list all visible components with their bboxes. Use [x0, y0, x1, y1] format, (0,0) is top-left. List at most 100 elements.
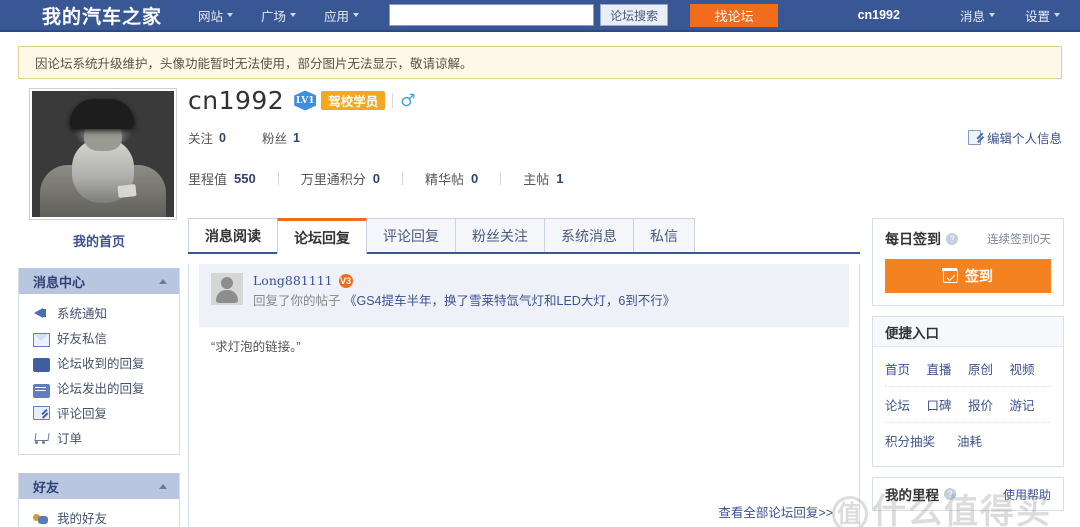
quick-link-reviews[interactable]: 口碑 — [927, 395, 969, 414]
divider — [500, 172, 502, 185]
username-row: cn1992 LV1 驾校学员 ♂ — [188, 86, 1062, 115]
quick-link-fuel-consumption[interactable]: 油耗 — [957, 431, 982, 450]
forum-search-button[interactable]: 论坛搜索 — [600, 4, 669, 26]
sidebar-item-comment-replies[interactable]: 评论回复 — [19, 400, 179, 425]
message-center-header[interactable]: 消息中心 — [19, 268, 179, 294]
chevron-up-icon — [159, 483, 167, 489]
level-badge: LV1 — [294, 90, 317, 111]
divider — [392, 93, 394, 108]
fans-label[interactable]: 粉丝 — [262, 128, 287, 147]
search-input[interactable] — [389, 4, 595, 26]
sidebar-item-forum-sent-replies-label: 论坛发出的回复 — [57, 382, 145, 396]
role-badge: 驾校学员 — [321, 91, 386, 110]
quick-link-travel[interactable]: 游记 — [1010, 395, 1052, 414]
signin-button[interactable]: 签到 — [885, 259, 1051, 293]
stat-mileage: 里程值 550 — [188, 169, 256, 188]
quick-links-title: 便捷入口 — [885, 325, 939, 341]
stat-mileage-value: 550 — [234, 171, 256, 186]
friends-panel: 好友 我的好友 好友动态 — [18, 473, 180, 527]
quick-links-body: 首页 直播 原创 视频 论坛 口碑 报价 游记 积分抽奖 油耗 — [873, 347, 1063, 466]
site-logo[interactable]: 我的汽车之家 — [42, 2, 162, 29]
friends-header[interactable]: 好友 — [19, 473, 179, 499]
speaker-icon — [33, 306, 50, 320]
right-sidebar: 每日签到 ? 连续签到0天 签到 便捷入口 首页 直播 原创 视频 论坛 口碑 … — [872, 218, 1064, 521]
edit-profile-label: 编辑个人信息 — [986, 132, 1062, 146]
sidebar-item-my-friends-label: 我的好友 — [57, 512, 108, 526]
quick-link-forum[interactable]: 论坛 — [885, 395, 927, 414]
stat-featured-posts-value: 0 — [470, 171, 479, 186]
usage-help-link[interactable]: 使用帮助 — [1003, 486, 1051, 503]
speech-bubble-icon — [33, 357, 50, 373]
view-all-forum-replies-link[interactable]: 查看全部论坛回复>> — [718, 502, 833, 521]
sidebar-item-friend-message[interactable]: 好友私信 — [19, 325, 179, 350]
nav-item-square-label: 广场 — [261, 9, 287, 24]
message-thread-title[interactable]: 《GS4提车半年，换了雪莱特氙气灯和LED大灯，6到不行》 — [344, 294, 675, 308]
top-navigation-bar: 我的汽车之家 网站 广场 应用 论坛搜索 找论坛 cn1992 消息 设置 — [0, 0, 1080, 32]
avatar-pocket-shape — [117, 184, 137, 198]
quick-links-card: 便捷入口 首页 直播 原创 视频 论坛 口碑 报价 游记 积分抽奖 油耗 — [872, 316, 1064, 467]
nav-item-square[interactable]: 广场 — [261, 6, 297, 25]
help-icon[interactable]: ? — [946, 233, 958, 245]
sidebar-item-system-notice[interactable]: 系统通知 — [19, 300, 179, 325]
edit-profile-link[interactable]: 编辑个人信息 — [967, 128, 1062, 147]
tab-forum-replies[interactable]: 论坛回复 — [277, 218, 367, 254]
cart-icon — [33, 431, 50, 445]
gender-icon: ♂ — [400, 90, 416, 111]
sidebar-item-friend-message-label: 好友私信 — [57, 332, 108, 346]
follow-stats: 关注 0 粉丝 1 — [188, 128, 1062, 147]
message-action-line: 回复了你的帖子 《GS4提车半年，换了雪莱特氙气灯和LED大灯，6到不行》 — [253, 290, 837, 309]
tab-message-reading[interactable]: 消息阅读 — [188, 218, 278, 252]
quick-link-points-lottery[interactable]: 积分抽奖 — [885, 431, 935, 450]
my-home-link[interactable]: 我的首页 — [18, 231, 180, 250]
following-count: 0 — [219, 130, 226, 145]
nav-username[interactable]: cn1992 — [858, 8, 900, 22]
speech-bubble-outline-icon — [33, 383, 50, 398]
sidebar-item-orders[interactable]: 订单 — [19, 425, 179, 450]
friends-list: 我的好友 好友动态 — [19, 499, 179, 527]
tab-system-messages[interactable]: 系统消息 — [544, 218, 634, 252]
message-header: Long881111 V3 — [253, 273, 837, 288]
sidebar-item-forum-received-replies[interactable]: 论坛收到的回复 — [19, 350, 179, 375]
nav-item-settings[interactable]: 设置 — [1025, 6, 1060, 25]
my-mileage-card: 我的里程 ? 使用帮助 — [872, 477, 1064, 511]
message-action-text: 回复了你的帖子 — [253, 294, 341, 308]
stat-wanlitong-points-value: 0 — [372, 171, 380, 186]
sidebar-item-my-friends[interactable]: 我的好友 — [19, 505, 179, 527]
message-center-title: 消息中心 — [33, 274, 86, 290]
fans-count: 1 — [292, 130, 300, 145]
stat-threads-value: 1 — [556, 171, 564, 186]
signin-streak-text: 连续签到0天 — [987, 234, 1051, 246]
nav-item-settings-label: 设置 — [1024, 9, 1050, 24]
chevron-down-icon — [290, 13, 297, 17]
tab-fans-follow[interactable]: 粉丝关注 — [455, 218, 545, 252]
tab-private-messages[interactable]: 私信 — [633, 218, 695, 252]
main-menu: 网站 广场 应用 — [198, 6, 387, 25]
tab-bar: 消息阅读 论坛回复 评论回复 粉丝关注 系统消息 私信 — [188, 218, 860, 254]
quick-link-video[interactable]: 视频 — [1010, 359, 1052, 378]
list-item[interactable]: Long881111 V3 回复了你的帖子 《GS4提车半年，换了雪莱特氙气灯和… — [199, 264, 849, 327]
chevron-down-icon — [988, 13, 995, 17]
stat-mileage-label: 里程值 — [188, 172, 228, 187]
help-icon[interactable]: ? — [944, 488, 956, 500]
message-username[interactable]: Long881111 — [253, 273, 333, 288]
stat-wanlitong-points: 万里通积分 0 — [301, 169, 380, 188]
following-label[interactable]: 关注 — [188, 128, 213, 147]
avatar-hat-shape — [70, 99, 134, 129]
nav-item-messages[interactable]: 消息 — [960, 6, 995, 25]
sidebar-item-forum-received-replies-label: 论坛收到的回复 — [57, 357, 145, 371]
stat-threads: 主帖 1 — [523, 169, 563, 188]
quick-link-prices[interactable]: 报价 — [968, 395, 1010, 414]
quick-link-original[interactable]: 原创 — [968, 359, 1010, 378]
tab-comment-replies[interactable]: 评论回复 — [366, 218, 456, 252]
quick-link-live[interactable]: 直播 — [927, 359, 969, 378]
message-center-list: 系统通知 好友私信 论坛收到的回复 论坛发出的回复 评论回复 订单 — [19, 294, 179, 454]
quick-link-home[interactable]: 首页 — [885, 359, 927, 378]
nav-item-apps[interactable]: 应用 — [324, 6, 360, 25]
find-forum-button[interactable]: 找论坛 — [690, 3, 779, 27]
nav-item-website[interactable]: 网站 — [198, 6, 234, 25]
stat-wanlitong-points-label: 万里通积分 — [300, 172, 366, 187]
verified-badge: V3 — [338, 273, 353, 288]
sidebar-item-comment-replies-label: 评论回复 — [57, 407, 108, 421]
daily-signin-header: 每日签到 ? 连续签到0天 — [885, 229, 1051, 249]
sidebar-item-forum-sent-replies[interactable]: 论坛发出的回复 — [19, 375, 179, 400]
